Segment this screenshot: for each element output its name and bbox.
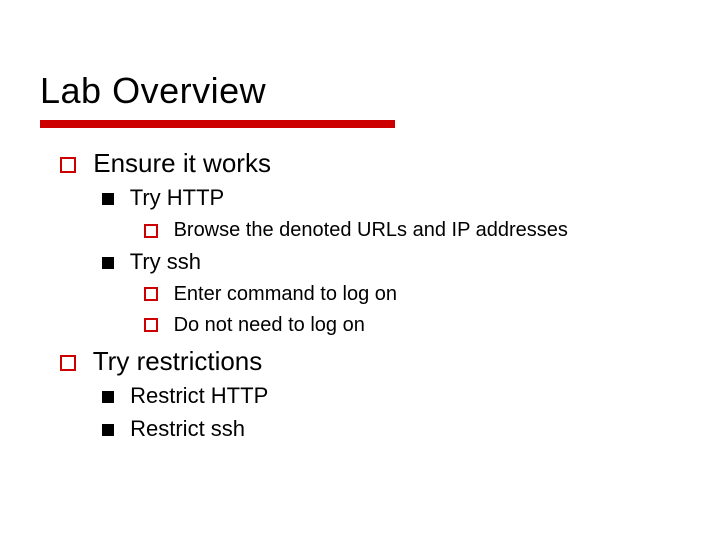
filled-square-icon [102, 257, 114, 269]
list-item: Try restrictions Restrict HTTP Restrict … [40, 344, 680, 445]
filled-square-icon [102, 193, 114, 205]
outline-level-2: Try HTTP Browse the denoted URLs and IP … [88, 183, 680, 340]
list-item: Restrict HTTP [88, 381, 680, 412]
list-item: Do not need to log on [130, 311, 680, 340]
item-text: Restrict HTTP [130, 383, 268, 408]
filled-square-icon [102, 391, 114, 403]
outline-level-3: Enter command to log on Do not need to l… [130, 280, 680, 340]
list-item: Restrict ssh [88, 414, 680, 445]
item-text: Restrict ssh [130, 416, 245, 441]
filled-square-icon [102, 424, 114, 436]
outline-level-3: Browse the denoted URLs and IP addresses [130, 216, 680, 245]
outline-level-2: Restrict HTTP Restrict ssh [88, 381, 680, 445]
item-text: Try restrictions [93, 346, 263, 376]
hollow-square-icon [144, 224, 158, 238]
list-item: Try ssh Enter command to log on Do not n… [88, 247, 680, 340]
slide-title: Lab Overview [40, 70, 680, 112]
slide: Lab Overview Ensure it works Try HTTP Br… [0, 0, 720, 540]
hollow-square-icon [144, 287, 158, 301]
item-text: Try HTTP [130, 185, 225, 210]
hollow-square-icon [60, 355, 76, 371]
hollow-square-icon [144, 318, 158, 332]
list-item: Browse the denoted URLs and IP addresses [130, 216, 680, 245]
item-text: Enter command to log on [174, 283, 397, 305]
list-item: Ensure it works Try HTTP Browse the deno… [40, 146, 680, 340]
title-underline [40, 120, 395, 128]
item-text: Try ssh [130, 249, 201, 274]
item-text: Browse the denoted URLs and IP addresses [174, 219, 568, 241]
list-item: Try HTTP Browse the denoted URLs and IP … [88, 183, 680, 245]
item-text: Ensure it works [93, 148, 271, 178]
item-text: Do not need to log on [174, 314, 365, 336]
outline-level-1: Ensure it works Try HTTP Browse the deno… [40, 146, 680, 444]
list-item: Enter command to log on [130, 280, 680, 309]
hollow-square-icon [60, 157, 76, 173]
